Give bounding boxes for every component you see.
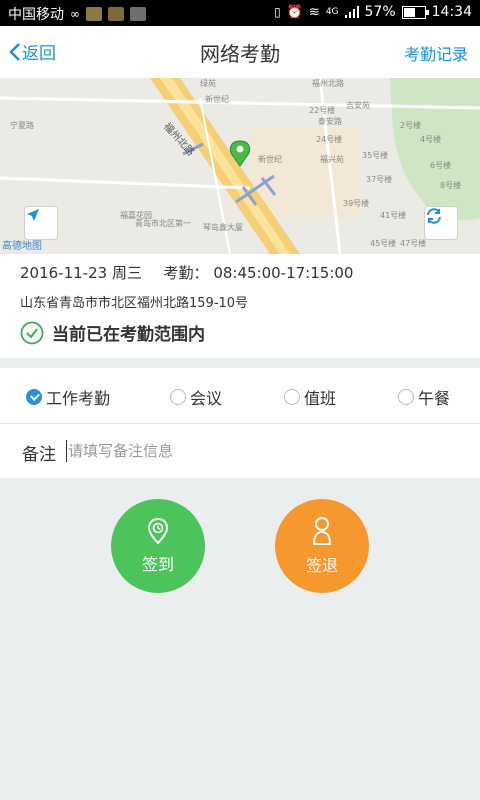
- remark-label: 备注: [22, 445, 56, 465]
- vibrate-icon: ▯: [274, 5, 281, 19]
- signal-icon: [344, 6, 359, 18]
- type-meeting[interactable]: 会议: [170, 385, 222, 409]
- radio-checked-icon: [26, 389, 42, 405]
- check-in-button[interactable]: 签到: [111, 499, 205, 593]
- remark-row: 备注: [0, 424, 480, 478]
- map-label: 新世纪: [258, 154, 282, 164]
- check-out-button[interactable]: 签退: [275, 499, 369, 593]
- clock: 14:34: [431, 4, 472, 20]
- map-label: 新世纪: [205, 94, 229, 104]
- attendance-info: 2016-11-23 周三 考勤： 08:45:00-17:15:00 山东省青…: [0, 254, 480, 358]
- map-label: 泰安路: [318, 116, 342, 126]
- wifi-icon: ≋: [308, 4, 320, 20]
- date-label: 2016-11-23 周三: [20, 264, 142, 282]
- type-work-attendance[interactable]: 工作考勤: [26, 385, 110, 409]
- map-label: 22号楼: [309, 105, 335, 115]
- type-label: 会议: [190, 389, 223, 408]
- radio-unchecked-icon: [398, 389, 414, 405]
- schedule-line: 2016-11-23 周三 考勤： 08:45:00-17:15:00: [20, 262, 353, 283]
- map-label: 45号楼: [370, 238, 396, 248]
- radio-unchecked-icon: [284, 389, 300, 405]
- map-label: 吉安苑: [346, 100, 370, 110]
- map-logo: 高德地图: [2, 241, 42, 252]
- image-notification-icon: [130, 7, 146, 21]
- map-label: 绿苑: [200, 78, 216, 88]
- type-label: 值班: [304, 389, 337, 408]
- nav-bar: 返回 网络考勤 考勤记录: [0, 26, 480, 78]
- map-view[interactable]: 新世纪 新世纪 福兴苑 吉安苑 泰安路 琴岛鑫大厦 青岛市北区第一 福嘉花园 绿…: [0, 78, 480, 254]
- attendance-type-group: 工作考勤 会议 值班 午餐: [0, 368, 480, 424]
- map-label: 福兴苑: [320, 154, 344, 164]
- status-bar: 中国移动 ∞ ▯ ⏰ ≋ 4G 57% 14:34: [0, 0, 480, 26]
- map-label: 8号楼: [440, 180, 461, 190]
- battery-percent: 57%: [364, 4, 396, 20]
- type-lunch[interactable]: 午餐: [398, 385, 450, 409]
- person-icon: [312, 517, 332, 545]
- map-label: 2号楼: [400, 120, 421, 130]
- map-label: 福嘉花园: [120, 210, 152, 220]
- type-label: 工作考勤: [46, 389, 111, 408]
- radio-unchecked-icon: [170, 389, 186, 405]
- map-label: 39号楼: [343, 198, 369, 208]
- locate-me-button[interactable]: [24, 206, 58, 240]
- map-label: 4号楼: [420, 134, 441, 144]
- hours-value: 08:45:00-17:15:00: [213, 264, 354, 282]
- text-cursor: [66, 440, 67, 462]
- map-label: 35号楼: [362, 150, 388, 160]
- range-text: 当前已在考勤范围内: [52, 325, 205, 345]
- network-type: 4G: [325, 7, 339, 17]
- check-circle-icon: [20, 321, 44, 344]
- address-text: 山东省青岛市市北区福州北路159-10号: [20, 296, 249, 311]
- refresh-icon: [427, 208, 441, 224]
- attendance-records-link[interactable]: 考勤记录: [404, 41, 468, 65]
- map-label: 宁夏路: [10, 120, 34, 130]
- range-status: 当前已在考勤范围内: [20, 320, 205, 345]
- app-notification-icon: [108, 7, 124, 21]
- check-in-label: 签到: [141, 555, 174, 574]
- carrier-label: 中国移动: [8, 7, 64, 23]
- map-label: 37号楼: [366, 174, 392, 184]
- alarm-icon: ⏰: [286, 4, 303, 20]
- navigation-arrow-icon: [27, 209, 39, 221]
- map-label: 琴岛鑫大厦: [203, 222, 243, 232]
- map-label: 24号楼: [316, 134, 342, 144]
- type-duty[interactable]: 值班: [284, 385, 336, 409]
- remark-input[interactable]: [66, 436, 460, 466]
- map-label: 6号楼: [430, 160, 451, 170]
- refresh-location-button[interactable]: [424, 206, 458, 240]
- map-label: 福州北路: [312, 78, 344, 88]
- app-notification-icon: [86, 7, 102, 21]
- hours-label: 考勤：: [163, 264, 209, 282]
- wechat-icon: ∞: [70, 7, 80, 21]
- battery-icon: [401, 5, 429, 19]
- map-canvas: 新世纪 新世纪 福兴苑 吉安苑 泰安路 琴岛鑫大厦 青岛市北区第一 福嘉花园 绿…: [0, 78, 480, 254]
- map-label: 41号楼: [380, 210, 406, 220]
- check-out-label: 签退: [305, 556, 338, 575]
- map-label: 47号楼: [400, 238, 426, 248]
- location-clock-icon: [147, 517, 169, 545]
- type-label: 午餐: [418, 389, 451, 408]
